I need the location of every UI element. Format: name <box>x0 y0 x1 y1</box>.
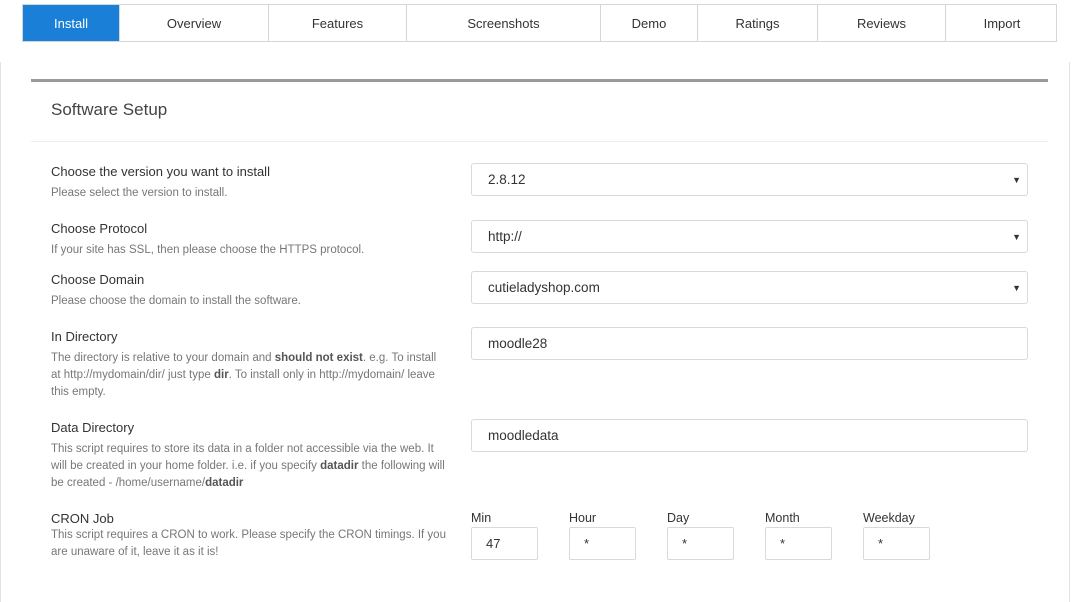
protocol-select[interactable]: http:// ▼ <box>471 220 1028 253</box>
version-value: 2.8.12 <box>488 172 526 187</box>
data-directory-value: moodledata <box>488 428 559 443</box>
cron-day-label: Day <box>667 511 690 525</box>
caret-down-icon: ▼ <box>1012 231 1021 242</box>
cron-min-label: Min <box>471 511 492 525</box>
data-directory-hint: This script requires to store its data i… <box>51 443 445 489</box>
tab-bar: Install Overview Features Screenshots De… <box>22 4 1057 42</box>
caret-down-icon: ▼ <box>1012 174 1021 185</box>
domain-label: Choose Domain <box>51 272 145 287</box>
tab-install[interactable]: Install <box>23 5 120 41</box>
cron-day-input[interactable]: * <box>667 527 734 560</box>
caret-down-icon: ▼ <box>1012 282 1021 293</box>
cron-hour-label: Hour <box>569 511 597 525</box>
tab-screenshots[interactable]: Screenshots <box>407 5 601 41</box>
tab-demo[interactable]: Demo <box>601 5 698 41</box>
cron-month-label: Month <box>765 511 800 525</box>
directory-input[interactable]: moodle28 <box>471 327 1028 360</box>
tab-ratings[interactable]: Ratings <box>698 5 818 41</box>
cron-hour-input[interactable]: * <box>569 527 636 560</box>
domain-value: cutieladyshop.com <box>488 280 600 295</box>
version-hint: Please select the version to install. <box>51 187 228 199</box>
section-title: Software Setup <box>51 100 168 119</box>
tab-reviews[interactable]: Reviews <box>818 5 946 41</box>
cron-hint: This script requires a CRON to work. Ple… <box>51 529 446 558</box>
section-divider <box>31 141 1048 142</box>
directory-hint: The directory is relative to your domain… <box>51 352 437 398</box>
tab-features[interactable]: Features <box>269 5 407 41</box>
data-directory-input[interactable]: moodledata <box>471 419 1028 452</box>
protocol-label: Choose Protocol <box>51 221 148 236</box>
cron-weekday-label: Weekday <box>863 511 915 525</box>
cron-label: CRON Job <box>51 511 114 526</box>
version-label: Choose the version you want to install <box>51 164 270 179</box>
panel-top-border <box>31 79 1048 82</box>
domain-select[interactable]: cutieladyshop.com ▼ <box>471 271 1028 304</box>
cron-weekday-input[interactable]: * <box>863 527 930 560</box>
protocol-hint: If your site has SSL, then please choose… <box>51 244 365 256</box>
version-select[interactable]: 2.8.12 ▼ <box>471 163 1028 196</box>
tab-overview[interactable]: Overview <box>120 5 269 41</box>
directory-label: In Directory <box>51 329 118 344</box>
data-directory-label: Data Directory <box>51 420 135 435</box>
directory-value: moodle28 <box>488 336 548 351</box>
tab-import[interactable]: Import <box>946 5 1058 41</box>
protocol-value: http:// <box>488 229 522 244</box>
cron-month-input[interactable]: * <box>765 527 832 560</box>
domain-hint: Please choose the domain to install the … <box>51 295 301 307</box>
cron-min-input[interactable]: 47 <box>471 527 538 560</box>
